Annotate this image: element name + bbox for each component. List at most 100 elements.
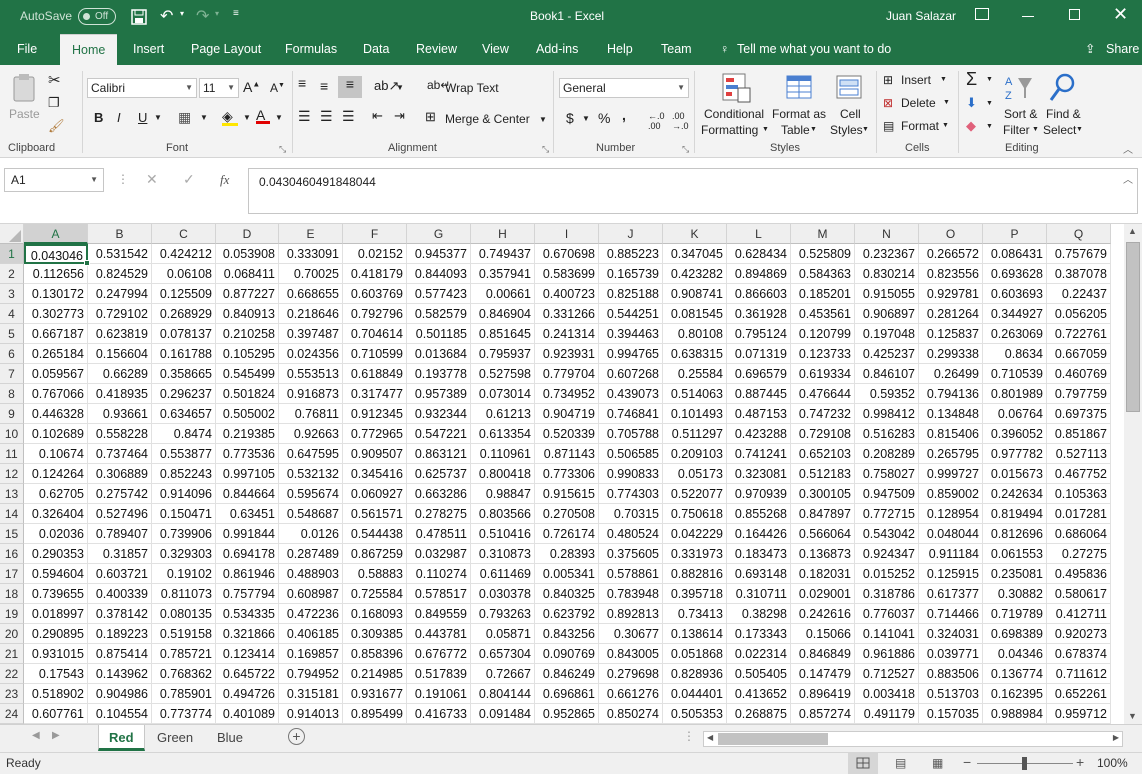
table-cell[interactable]: 0.091484 xyxy=(471,704,535,724)
table-cell[interactable]: 0.693148 xyxy=(727,564,791,584)
table-cell[interactable]: 0.916873 xyxy=(279,384,343,404)
table-cell[interactable]: 0.022314 xyxy=(727,644,791,664)
row-header[interactable]: 3 xyxy=(0,284,24,304)
table-cell[interactable]: 0.110961 xyxy=(471,444,535,464)
table-cell[interactable]: 0.749437 xyxy=(471,244,535,264)
table-cell[interactable]: 0.406185 xyxy=(279,624,343,644)
table-cell[interactable]: 0.861946 xyxy=(216,564,279,584)
table-cell[interactable]: 0.275742 xyxy=(88,484,152,504)
table-cell[interactable]: 0.725584 xyxy=(343,584,407,604)
active-cell[interactable]: 0.043046 xyxy=(24,244,88,264)
table-cell[interactable]: 0.801989 xyxy=(983,384,1047,404)
table-cell[interactable]: 0.931015 xyxy=(24,644,88,664)
table-cell[interactable]: 0.923931 xyxy=(535,344,599,364)
table-cell[interactable]: 0.439073 xyxy=(599,384,663,404)
table-cell[interactable]: 0.729102 xyxy=(88,304,152,324)
formula-input[interactable]: 0.0430460491848044 ︿ xyxy=(248,168,1138,214)
column-header[interactable]: K xyxy=(663,224,727,244)
currency-button[interactable]: $ xyxy=(566,110,574,126)
table-cell[interactable]: 0.263069 xyxy=(983,324,1047,344)
table-cell[interactable]: 0.446328 xyxy=(24,404,88,424)
table-cell[interactable]: 0.847897 xyxy=(791,504,855,524)
table-cell[interactable]: 0.741241 xyxy=(727,444,791,464)
table-cell[interactable]: 0.867259 xyxy=(343,544,407,564)
table-cell[interactable]: 0.208289 xyxy=(855,444,919,464)
percent-button[interactable]: % xyxy=(598,110,610,126)
next-sheet-icon[interactable]: ▶ xyxy=(52,730,60,741)
table-cell[interactable]: 0.811073 xyxy=(152,584,216,604)
table-cell[interactable]: 0.667187 xyxy=(24,324,88,344)
find-select-dropdown-icon[interactable]: ▼ xyxy=(1076,126,1083,133)
table-cell[interactable]: 0.173343 xyxy=(727,624,791,644)
sort-filter-line2[interactable]: Filter xyxy=(1003,123,1030,137)
find-select-line1[interactable]: Find & xyxy=(1046,107,1081,121)
insert-function-button[interactable]: fx xyxy=(220,172,229,188)
row-header[interactable]: 24 xyxy=(0,704,24,724)
table-cell[interactable]: 0.694178 xyxy=(216,544,279,564)
table-cell[interactable]: 0.857274 xyxy=(791,704,855,724)
table-cell[interactable]: 0.998412 xyxy=(855,404,919,424)
table-cell[interactable]: 0.27275 xyxy=(1047,544,1111,564)
font-color-dropdown-icon[interactable]: ▼ xyxy=(275,113,283,122)
table-cell[interactable]: 0.506585 xyxy=(599,444,663,464)
tab-home[interactable]: Home xyxy=(60,34,118,65)
table-cell[interactable]: 0.714466 xyxy=(919,604,983,624)
table-cell[interactable]: 0.472236 xyxy=(279,604,343,624)
borders-icon[interactable]: ▦ xyxy=(178,109,191,126)
table-cell[interactable]: 0.128954 xyxy=(919,504,983,524)
table-cell[interactable]: 0.300105 xyxy=(791,484,855,504)
column-header[interactable]: Q xyxy=(1047,224,1111,244)
table-cell[interactable]: 0.400723 xyxy=(535,284,599,304)
table-cell[interactable]: 0.209103 xyxy=(663,444,727,464)
table-cell[interactable]: 0.04346 xyxy=(983,644,1047,664)
table-cell[interactable]: 0.147479 xyxy=(791,664,855,684)
table-cell[interactable]: 0.290353 xyxy=(24,544,88,564)
table-cell[interactable]: 0.018997 xyxy=(24,604,88,624)
table-cell[interactable]: 0.661276 xyxy=(599,684,663,704)
table-cell[interactable]: 0.134848 xyxy=(919,404,983,424)
table-cell[interactable]: 0.306889 xyxy=(88,464,152,484)
table-cell[interactable]: 0.418179 xyxy=(343,264,407,284)
column-header[interactable]: A xyxy=(24,224,88,244)
table-cell[interactable]: 0.333091 xyxy=(279,244,343,264)
table-cell[interactable]: 0.125509 xyxy=(152,284,216,304)
table-cell[interactable]: 0.8634 xyxy=(983,344,1047,364)
table-cell[interactable]: 0.785721 xyxy=(152,644,216,664)
table-cell[interactable]: 0.235081 xyxy=(983,564,1047,584)
table-cell[interactable]: 0.977782 xyxy=(983,444,1047,464)
table-cell[interactable]: 0.952865 xyxy=(535,704,599,724)
table-cell[interactable]: 0.105295 xyxy=(216,344,279,364)
table-cell[interactable]: 0.545499 xyxy=(216,364,279,384)
table-cell[interactable]: 0.906897 xyxy=(855,304,919,324)
redo-icon[interactable]: ↷ xyxy=(196,6,209,26)
table-cell[interactable]: 0.024356 xyxy=(279,344,343,364)
table-cell[interactable]: 0.819494 xyxy=(983,504,1047,524)
table-cell[interactable]: 0.583699 xyxy=(535,264,599,284)
table-cell[interactable]: 0.774303 xyxy=(599,484,663,504)
table-cell[interactable]: 0.520339 xyxy=(535,424,599,444)
cell-styles-dropdown-icon[interactable]: ▼ xyxy=(862,126,869,133)
expand-formula-bar-icon[interactable]: ︿ xyxy=(1123,171,1133,186)
row-header[interactable]: 21 xyxy=(0,644,24,664)
table-cell[interactable]: 0.758027 xyxy=(855,464,919,484)
table-cell[interactable]: 0.501824 xyxy=(216,384,279,404)
row-header[interactable]: 13 xyxy=(0,484,24,504)
table-cell[interactable]: 0.734952 xyxy=(535,384,599,404)
table-cell[interactable]: 0.266572 xyxy=(919,244,983,264)
table-cell[interactable]: 0.345416 xyxy=(343,464,407,484)
align-bottom-icon[interactable]: ≡ xyxy=(338,76,362,98)
table-cell[interactable]: 0.183473 xyxy=(727,544,791,564)
table-cell[interactable]: 0.794136 xyxy=(919,384,983,404)
table-cell[interactable]: 0.168093 xyxy=(343,604,407,624)
table-cell[interactable]: 0.156604 xyxy=(88,344,152,364)
table-cell[interactable]: 0.321866 xyxy=(216,624,279,644)
table-cell[interactable]: 0.423282 xyxy=(663,264,727,284)
table-cell[interactable]: 0.317477 xyxy=(343,384,407,404)
table-cell[interactable]: 0.510416 xyxy=(471,524,535,544)
table-cell[interactable]: 0.331973 xyxy=(663,544,727,564)
font-color-icon[interactable]: A xyxy=(256,107,270,124)
table-cell[interactable]: 0.997105 xyxy=(216,464,279,484)
table-cell[interactable]: 0.480524 xyxy=(599,524,663,544)
table-cell[interactable]: 0.517839 xyxy=(407,664,471,684)
table-cell[interactable]: 0.945377 xyxy=(407,244,471,264)
